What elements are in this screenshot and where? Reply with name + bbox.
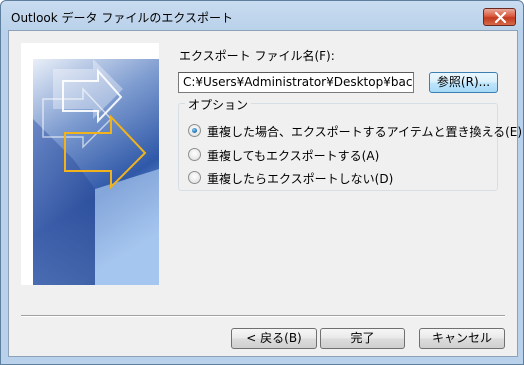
options-legend: オプション xyxy=(185,96,252,113)
option-label: 重複した場合、エクスポートするアイテムと置き換える(E) xyxy=(207,125,523,139)
title-bar[interactable]: Outlook データ ファイルのエクスポート xyxy=(1,1,523,31)
radio-unselected-icon[interactable] xyxy=(188,171,201,184)
dialog-content: エクスポート ファイル名(F): C:¥Users¥Administrator¥… xyxy=(8,30,522,357)
browse-button[interactable]: 参照(R)... xyxy=(429,72,498,93)
export-arrows-graphic xyxy=(33,59,159,285)
option-label: 重複したらエクスポートしない(D) xyxy=(207,172,394,186)
cancel-button[interactable]: キャンセル xyxy=(419,328,505,349)
export-dialog: Outlook データ ファイルのエクスポート エクスポート ファイル名(F):… xyxy=(0,0,524,365)
file-path-input[interactable]: C:¥Users¥Administrator¥Desktop¥backup.ps… xyxy=(178,72,414,93)
wizard-banner-image xyxy=(21,43,159,285)
finish-button[interactable]: 完了 xyxy=(320,328,405,349)
footer-separator xyxy=(21,315,505,317)
radio-unselected-icon[interactable] xyxy=(188,148,201,161)
back-button[interactable]: < 戻る(B) xyxy=(231,328,317,349)
window-title: Outlook データ ファイルのエクスポート xyxy=(11,11,233,25)
file-name-label: エクスポート ファイル名(F): xyxy=(179,49,335,63)
close-icon xyxy=(494,12,507,23)
option-label: 重複してもエクスポートする(A) xyxy=(207,149,380,163)
close-button[interactable] xyxy=(483,8,516,26)
radio-selected-icon[interactable] xyxy=(188,124,201,137)
